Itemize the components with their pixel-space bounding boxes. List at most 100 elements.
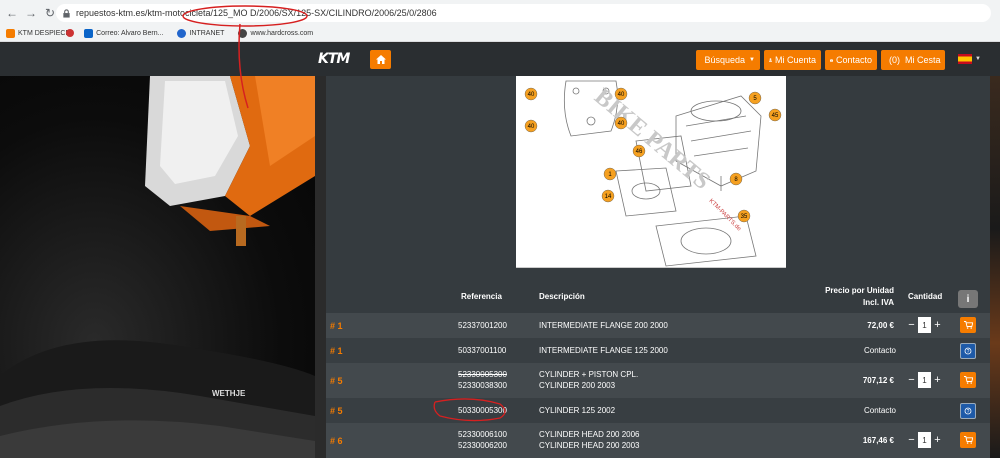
callout-5[interactable]: 5 [748, 91, 762, 105]
header-price: Precio por Unidad Incl. IVA [825, 286, 894, 307]
quantity-increase-button[interactable]: + [931, 433, 944, 447]
add-to-cart-button[interactable] [960, 432, 976, 448]
lock-icon [63, 8, 70, 18]
part-description: INTERMEDIATE FLANGE 200 2000 [539, 321, 668, 330]
exploded-parts-diagram[interactable]: BIKE PARTS KTM-PARTS.de 40 40 40 40 5 45… [516, 76, 786, 268]
brand-text: WETHJE [212, 389, 246, 398]
home-icon [375, 55, 386, 64]
part-description: INTERMEDIATE FLANGE 125 2000 [539, 346, 668, 355]
part-description: CYLINDER 125 2002 [539, 406, 616, 415]
callout-40-b[interactable]: 40 [614, 87, 628, 101]
info-icon: i [966, 293, 970, 305]
bookmark-hardcross[interactable]: www.hardcross.com [238, 29, 313, 38]
part-reference: 50330005300 [458, 406, 507, 415]
bookmark-correo[interactable]: Correo: Alvaro Bern... [84, 29, 163, 38]
svg-text:14: 14 [605, 194, 612, 200]
position-number: # 5 [330, 376, 343, 386]
contact-button[interactable]: Contacto [825, 50, 877, 70]
intranet-bookmark-icon [177, 29, 187, 38]
callout-1[interactable]: 1 [603, 167, 617, 181]
callout-35[interactable]: 35 [737, 209, 751, 223]
quantity-input[interactable]: 1 [918, 317, 931, 333]
table-row: # 6 52330006100 52330006200 CYLINDER HEAD… [326, 423, 990, 458]
part-description: CYLINDER + PISTON CPL. CYLINDER 200 2003 [539, 370, 639, 390]
quantity-decrease-button[interactable]: − [905, 433, 918, 447]
callout-45[interactable]: 45 [768, 108, 782, 122]
language-chevron-icon[interactable]: ▼ [975, 56, 981, 62]
bookmarks-bar: KTM DESPIECE Correo: Alvaro Bern... INTR… [0, 26, 1000, 42]
cart-icon [963, 376, 973, 384]
quantity-stepper: − 1 + [905, 432, 944, 448]
header-quantity: Cantidad [908, 292, 943, 301]
table-row: # 1 50337001100 INTERMEDIATE FLANGE 125 … [326, 338, 990, 363]
part-price: 167,46 € [862, 436, 894, 445]
motorcycle-photo [0, 76, 315, 458]
query-button[interactable]: ? [960, 343, 976, 359]
svg-text:?: ? [967, 349, 970, 355]
user-icon [769, 58, 772, 62]
my-account-button[interactable]: Mi Cuenta [764, 50, 821, 70]
header-reference: Referencia [461, 292, 502, 301]
position-number: # 1 [330, 346, 343, 356]
quantity-increase-button[interactable]: + [931, 318, 944, 332]
info-button[interactable]: i [958, 290, 978, 308]
chevron-down-icon: ▼ [749, 57, 755, 63]
quantity-decrease-button[interactable]: − [905, 373, 918, 387]
spain-flag-icon[interactable] [958, 54, 972, 64]
callout-8[interactable]: 8 [729, 172, 743, 186]
callout-40-c[interactable]: 40 [524, 119, 538, 133]
query-icon: ? [964, 347, 972, 355]
browser-toolbar: ← → ↻ repuestos-ktm.es/ktm-motocicleta/1… [0, 0, 1000, 26]
cylinder-diagram-drawing: BIKE PARTS KTM-PARTS.de 40 40 40 40 5 45… [524, 80, 782, 267]
part-price: 707,12 € [862, 376, 894, 385]
envelope-icon [830, 58, 833, 62]
back-icon[interactable]: ← [4, 5, 20, 21]
quantity-input[interactable]: 1 [918, 432, 931, 448]
ktm-logo[interactable]: KTM [318, 51, 350, 67]
bookmark-ktm-despiece[interactable]: KTM DESPIECE [6, 29, 70, 38]
cart-icon [963, 436, 973, 444]
quantity-increase-button[interactable]: + [931, 373, 944, 387]
query-button[interactable]: ? [960, 403, 976, 419]
quantity-decrease-button[interactable]: − [905, 318, 918, 332]
position-number: # 5 [330, 406, 343, 416]
search-icon [701, 59, 702, 61]
diagram-watermark-small: KTM-PARTS.de [708, 198, 743, 233]
cart-icon [963, 321, 973, 329]
add-to-cart-button[interactable] [960, 372, 976, 388]
callout-46[interactable]: 46 [632, 144, 646, 158]
parts-table-header: Referencia Descripción Precio por Unidad… [326, 276, 990, 312]
address-bar[interactable]: repuestos-ktm.es/ktm-motocicleta/125_MO … [56, 4, 991, 22]
svg-text:46: 46 [636, 149, 643, 155]
table-row: # 5 52330005300 52330038300 CYLINDER + PI… [326, 363, 990, 398]
site-header: KTM Búsqueda ▼ Mi Cuenta Contacto (0) Mi… [0, 43, 1000, 76]
svg-text:40: 40 [618, 121, 625, 127]
background-photo-left: WETHJE [0, 76, 315, 458]
add-to-cart-button[interactable] [960, 317, 976, 333]
callout-14[interactable]: 14 [601, 189, 615, 203]
callout-40-a[interactable]: 40 [524, 87, 538, 101]
cart-button[interactable]: (0) Mi Cesta [881, 50, 945, 70]
header-description: Descripción [539, 292, 585, 301]
home-button[interactable] [370, 50, 391, 69]
svg-text:45: 45 [772, 113, 779, 119]
contact-link[interactable]: Contacto [864, 346, 896, 355]
svg-text:40: 40 [528, 92, 535, 98]
quantity-stepper: − 1 + [905, 372, 944, 388]
callout-40-d[interactable]: 40 [614, 116, 628, 130]
query-icon: ? [964, 407, 972, 415]
position-number: # 6 [330, 436, 343, 446]
svg-text:40: 40 [618, 92, 625, 98]
part-reference: 52330006100 52330006200 [458, 430, 507, 450]
ktm-bookmark-icon [6, 29, 15, 38]
parts-content: BIKE PARTS KTM-PARTS.de 40 40 40 40 5 45… [326, 76, 990, 458]
globe-bookmark-icon [238, 29, 248, 38]
contact-link[interactable]: Contacto [864, 406, 896, 415]
part-price: 72,00 € [867, 321, 894, 330]
forward-icon[interactable]: → [23, 5, 39, 21]
svg-text:?: ? [967, 409, 970, 415]
search-button[interactable]: Búsqueda ▼ [696, 50, 760, 70]
part-reference: 52330005300 52330038300 [458, 370, 507, 390]
bookmark-intranet[interactable]: INTRANET [177, 29, 224, 38]
quantity-input[interactable]: 1 [918, 372, 931, 388]
